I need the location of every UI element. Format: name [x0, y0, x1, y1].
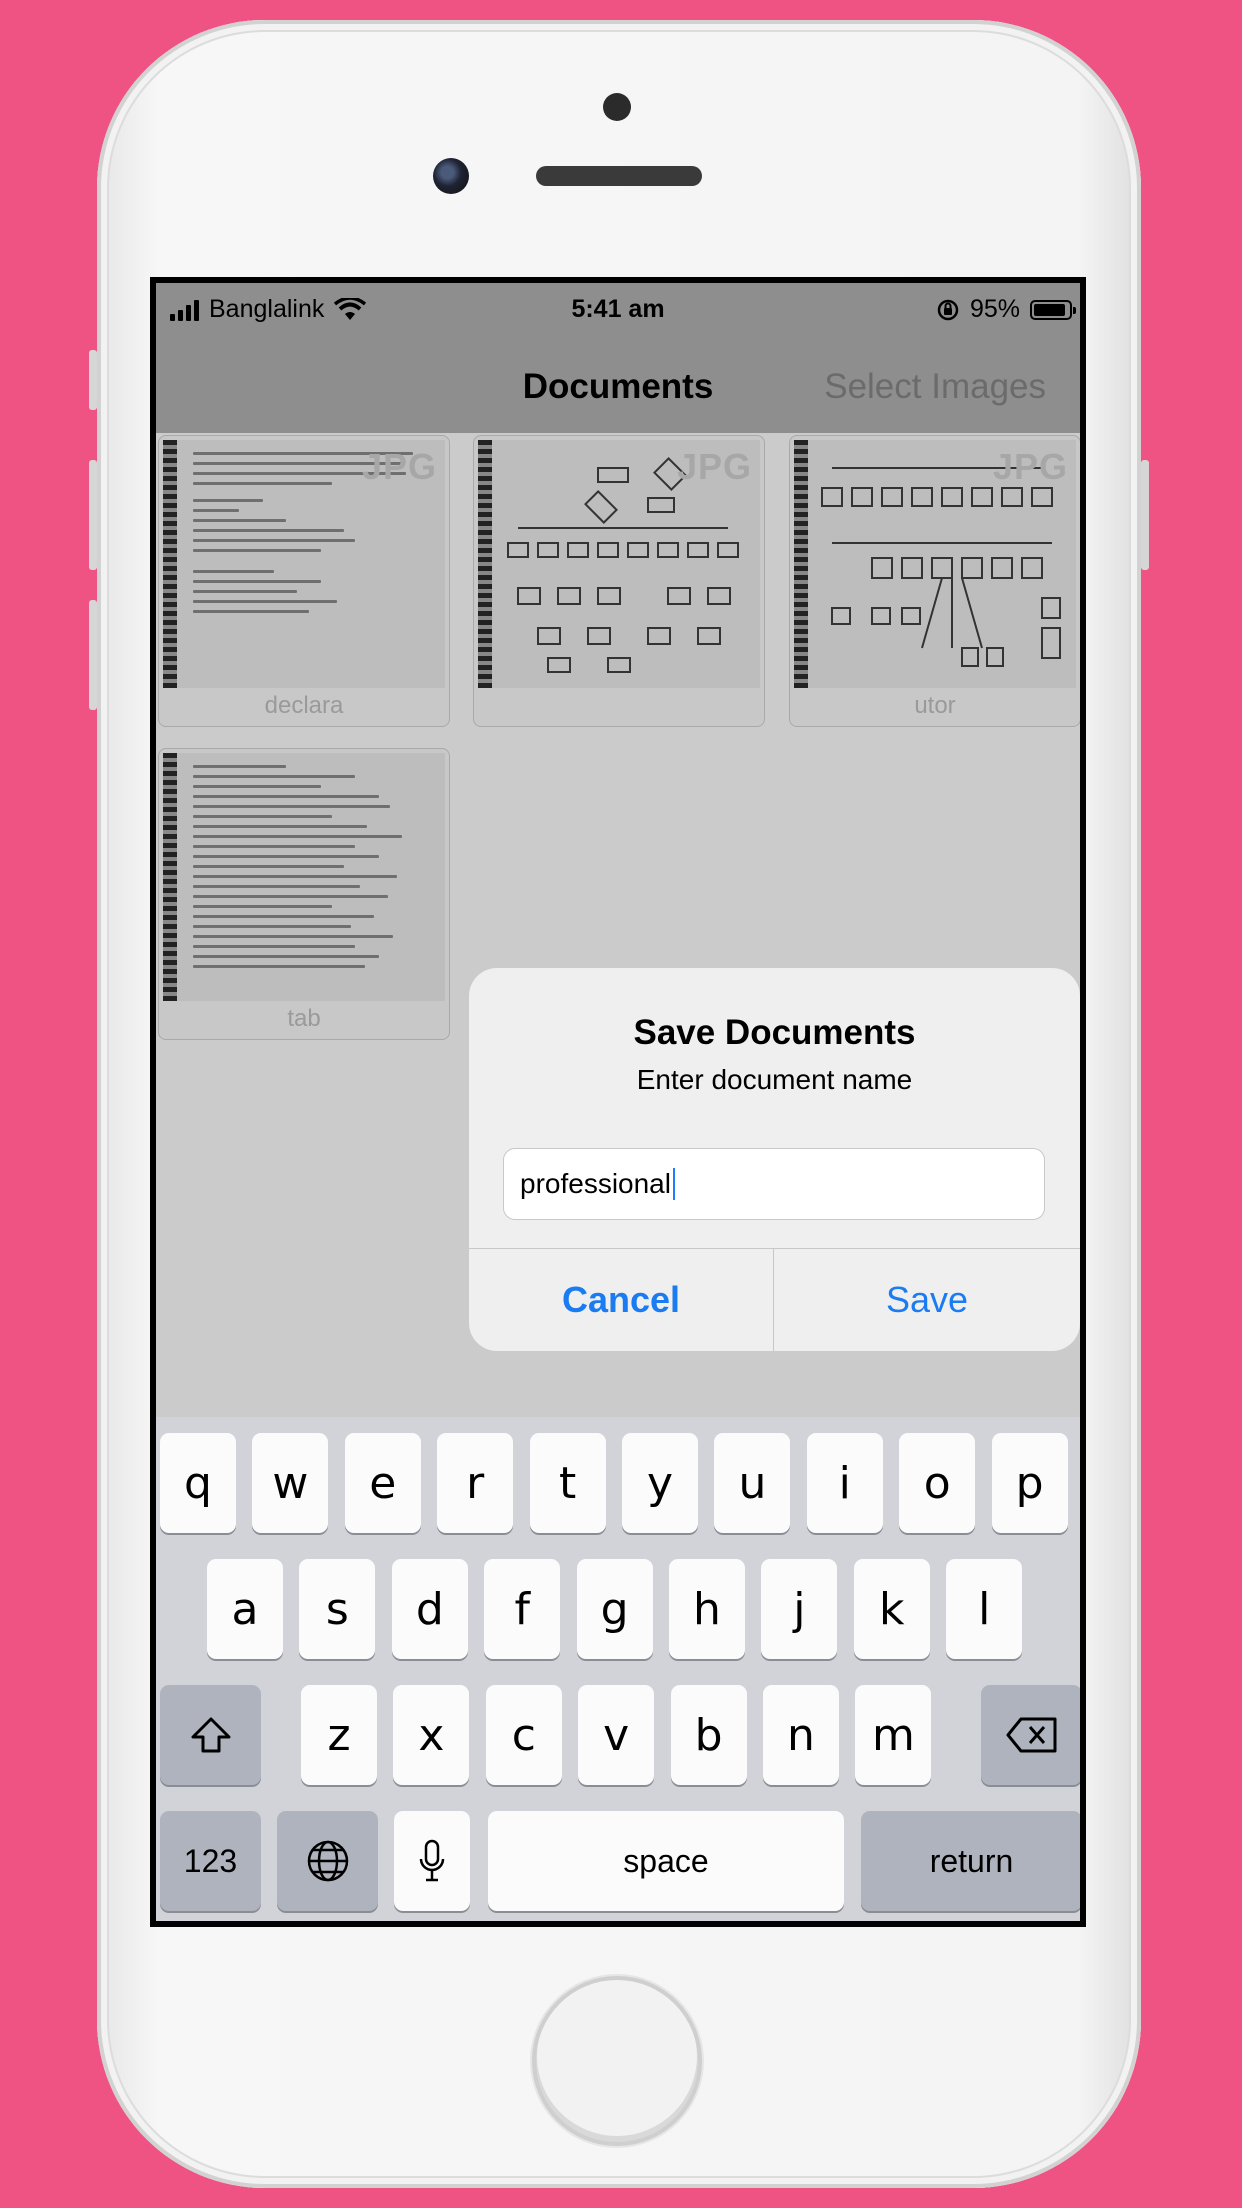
key-m[interactable]: m: [855, 1685, 932, 1785]
key-u[interactable]: u: [714, 1433, 791, 1533]
microphone-icon: [419, 1839, 445, 1882]
nav-bar: Documents Select Images: [156, 339, 1080, 433]
return-key[interactable]: return: [861, 1811, 1080, 1911]
text-cursor: [672, 1168, 675, 1200]
jpg-badge: JPG: [676, 446, 752, 487]
key-j[interactable]: j: [761, 1559, 838, 1659]
proximity-sensor: [603, 93, 631, 121]
key-p[interactable]: p: [991, 1433, 1068, 1533]
numbers-key[interactable]: 123: [160, 1811, 261, 1911]
key-a[interactable]: a: [207, 1559, 283, 1659]
key-t[interactable]: t: [529, 1433, 606, 1533]
delete-key[interactable]: [981, 1685, 1080, 1785]
document-name: declara: [264, 692, 344, 719]
globe-key[interactable]: [277, 1811, 378, 1911]
document-card[interactable]: tab: [158, 748, 450, 1040]
key-s[interactable]: s: [299, 1559, 376, 1659]
document-thumbnail: JPG: [794, 440, 1076, 688]
document-name-input[interactable]: professional: [503, 1148, 1045, 1220]
key-y[interactable]: y: [622, 1433, 698, 1533]
microphone-key[interactable]: [394, 1811, 470, 1911]
status-bar: Banglalink 5:41 am 95%: [156, 283, 1080, 339]
globe-icon: [307, 1840, 348, 1882]
key-q[interactable]: q: [160, 1433, 236, 1533]
key-h[interactable]: h: [669, 1559, 745, 1659]
document-name: utor: [914, 692, 956, 719]
earpiece-speaker: [536, 166, 702, 186]
key-o[interactable]: o: [899, 1433, 976, 1533]
document-card[interactable]: JPG: [473, 435, 765, 727]
jpg-badge: JPG: [992, 446, 1068, 487]
document-card[interactable]: JPG declara: [158, 435, 450, 727]
save-documents-dialog: Save Documents Enter document name profe…: [469, 968, 1080, 1351]
key-b[interactable]: b: [670, 1685, 747, 1785]
keyboard: 123 space return qwertyuiop asdfghjkl zxcv…: [156, 1417, 1080, 1921]
document-card[interactable]: JPG utor: [789, 435, 1080, 727]
key-x[interactable]: x: [393, 1685, 470, 1785]
key-e[interactable]: e: [344, 1433, 421, 1533]
key-c[interactable]: c: [485, 1685, 562, 1785]
cancel-button[interactable]: Cancel: [469, 1249, 773, 1351]
home-button[interactable]: [532, 1976, 702, 2146]
key-z[interactable]: z: [301, 1685, 377, 1785]
document-thumbnail: JPG: [478, 440, 760, 688]
jpg-badge: JPG: [361, 446, 437, 487]
space-key[interactable]: space: [488, 1811, 844, 1911]
key-n[interactable]: n: [763, 1685, 839, 1785]
backspace-icon: [1006, 1717, 1056, 1753]
shift-icon: [191, 1717, 230, 1753]
select-images-button[interactable]: Select Images: [824, 367, 1046, 407]
key-f[interactable]: f: [484, 1559, 561, 1659]
battery-icon: [1030, 299, 1076, 320]
shift-key[interactable]: [160, 1685, 261, 1785]
key-i[interactable]: i: [806, 1433, 883, 1533]
volume-up-button: [89, 460, 97, 570]
dialog-message: Enter document name: [636, 1064, 913, 1095]
document-name-value: professional: [520, 1168, 671, 1199]
key-g[interactable]: g: [576, 1559, 653, 1659]
key-l[interactable]: l: [946, 1559, 1023, 1659]
volume-down-button: [89, 600, 97, 710]
screen: Banglalink 5:41 am 95% Documents Select …: [150, 277, 1086, 1927]
battery-percent: 95%: [969, 295, 1020, 323]
mute-switch: [89, 350, 97, 410]
power-button: [1141, 460, 1149, 570]
key-k[interactable]: k: [853, 1559, 930, 1659]
save-button[interactable]: Save: [774, 1249, 1080, 1351]
document-name: tab: [287, 1005, 321, 1032]
front-camera: [433, 158, 469, 194]
key-r[interactable]: r: [437, 1433, 514, 1533]
key-w[interactable]: w: [252, 1433, 329, 1533]
document-thumbnail: JPG: [163, 440, 445, 688]
dialog-title: Save Documents: [633, 1013, 916, 1052]
key-d[interactable]: d: [391, 1559, 468, 1659]
orientation-lock-icon: [937, 299, 959, 320]
document-thumbnail: [163, 753, 445, 1001]
key-v[interactable]: v: [578, 1685, 655, 1785]
